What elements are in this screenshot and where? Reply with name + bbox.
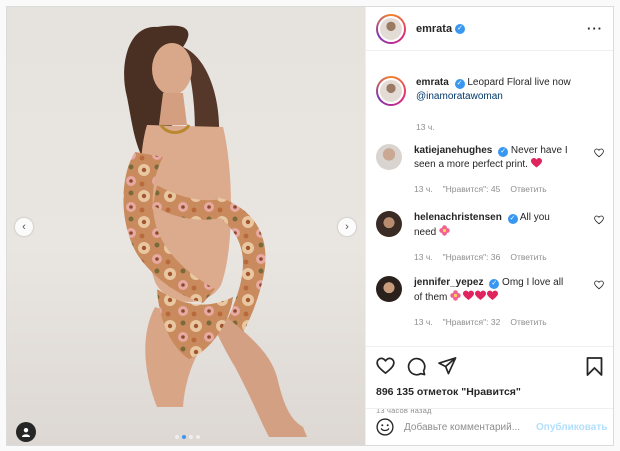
next-slide-button[interactable]: › xyxy=(338,218,356,236)
verified-badge-icon: ✓ xyxy=(498,146,509,157)
verified-badge-icon: ✓ xyxy=(507,213,518,224)
comment-likes[interactable]: "Нравится": 45 xyxy=(443,182,501,196)
comment-bubble-icon[interactable] xyxy=(407,357,426,376)
commenter-avatar[interactable] xyxy=(376,211,402,237)
carousel-dot xyxy=(175,435,179,439)
post-side-panel: emrata ✓ ··· emrata ✓ Leopard Floral liv… xyxy=(365,7,613,445)
comment-input[interactable] xyxy=(404,421,536,433)
red-heart-emoji-icon xyxy=(530,158,542,168)
flower-emoji-icon xyxy=(439,225,450,236)
comment-likes[interactable]: "Нравится": 36 xyxy=(443,250,501,264)
carousel-indicator xyxy=(175,435,200,439)
post-actions: 896 135 отметок "Нравится" 13 часов наза… xyxy=(366,346,613,415)
author-avatar[interactable] xyxy=(376,13,406,44)
emoji-smiley-icon[interactable] xyxy=(376,418,394,436)
commenter-avatar[interactable] xyxy=(376,276,402,302)
commenter-avatar[interactable] xyxy=(376,144,402,170)
post-header: emrata ✓ ··· xyxy=(366,7,613,51)
comment-likes[interactable]: "Нравится": 32 xyxy=(443,315,501,329)
instagram-post: ‹ › emrata ✓ ··· emrata ✓ Leopard Floral… xyxy=(6,6,614,446)
like-comment-heart-icon[interactable] xyxy=(594,148,604,158)
comment-username[interactable]: katiejanehughes xyxy=(414,145,492,156)
comment-username[interactable]: helenachristensen xyxy=(414,212,502,223)
verified-badge-icon: ✓ xyxy=(454,78,465,89)
comment-item: jennifer_yepez ✓ Omg I love all of them … xyxy=(376,276,604,329)
like-comment-heart-icon[interactable] xyxy=(594,280,604,290)
caption-mention-link[interactable]: @inamoratawoman xyxy=(416,91,503,102)
like-heart-icon[interactable] xyxy=(376,357,395,375)
chevron-left-icon: ‹ xyxy=(22,220,26,233)
share-paper-plane-icon[interactable] xyxy=(438,357,457,375)
flower-and-hearts-emoji-icon xyxy=(450,290,499,301)
previous-slide-button[interactable]: ‹ xyxy=(15,218,33,236)
post-photo[interactable]: ‹ › xyxy=(7,7,365,445)
carousel-dot-active xyxy=(182,435,186,439)
comment-item: helenachristensen ✓ All you need 13 ч. "… xyxy=(376,211,604,264)
reply-button[interactable]: Ответить xyxy=(510,315,546,329)
caption: emrata ✓ Leopard Floral live now @inamor… xyxy=(376,76,604,134)
comment-time[interactable]: 13 ч. xyxy=(414,182,433,196)
photo-illustration xyxy=(123,25,307,437)
caption-text: Leopard Floral live now xyxy=(467,77,571,88)
comment-time[interactable]: 13 ч. xyxy=(414,315,433,329)
like-comment-heart-icon[interactable] xyxy=(594,215,604,225)
add-comment-bar: Опубликовать xyxy=(366,408,613,445)
save-bookmark-icon[interactable] xyxy=(586,356,603,376)
carousel-dot xyxy=(189,435,193,439)
comment-item: katiejanehughes ✓ Never have I seen a mo… xyxy=(376,144,604,196)
chevron-right-icon: › xyxy=(345,220,349,233)
caption-avatar[interactable] xyxy=(376,76,406,106)
tagged-users-button[interactable] xyxy=(16,422,36,442)
caption-time[interactable]: 13 ч. xyxy=(416,120,435,134)
verified-badge-icon: ✓ xyxy=(455,23,466,34)
author-username[interactable]: emrata xyxy=(416,23,452,35)
reply-button[interactable]: Ответить xyxy=(510,182,546,196)
comment-time[interactable]: 13 ч. xyxy=(414,250,433,264)
person-icon xyxy=(22,428,30,437)
comments-list[interactable]: emrata ✓ Leopard Floral live now @inamor… xyxy=(366,52,613,342)
likes-count[interactable]: 896 135 отметок "Нравится" xyxy=(376,386,603,398)
more-options-icon[interactable]: ··· xyxy=(587,21,603,36)
caption-username[interactable]: emrata xyxy=(416,77,449,88)
carousel-dot xyxy=(196,435,200,439)
comment-username[interactable]: jennifer_yepez xyxy=(414,277,483,288)
reply-button[interactable]: Ответить xyxy=(510,250,546,264)
publish-button[interactable]: Опубликовать xyxy=(536,422,607,433)
verified-badge-icon: ✓ xyxy=(489,278,500,289)
